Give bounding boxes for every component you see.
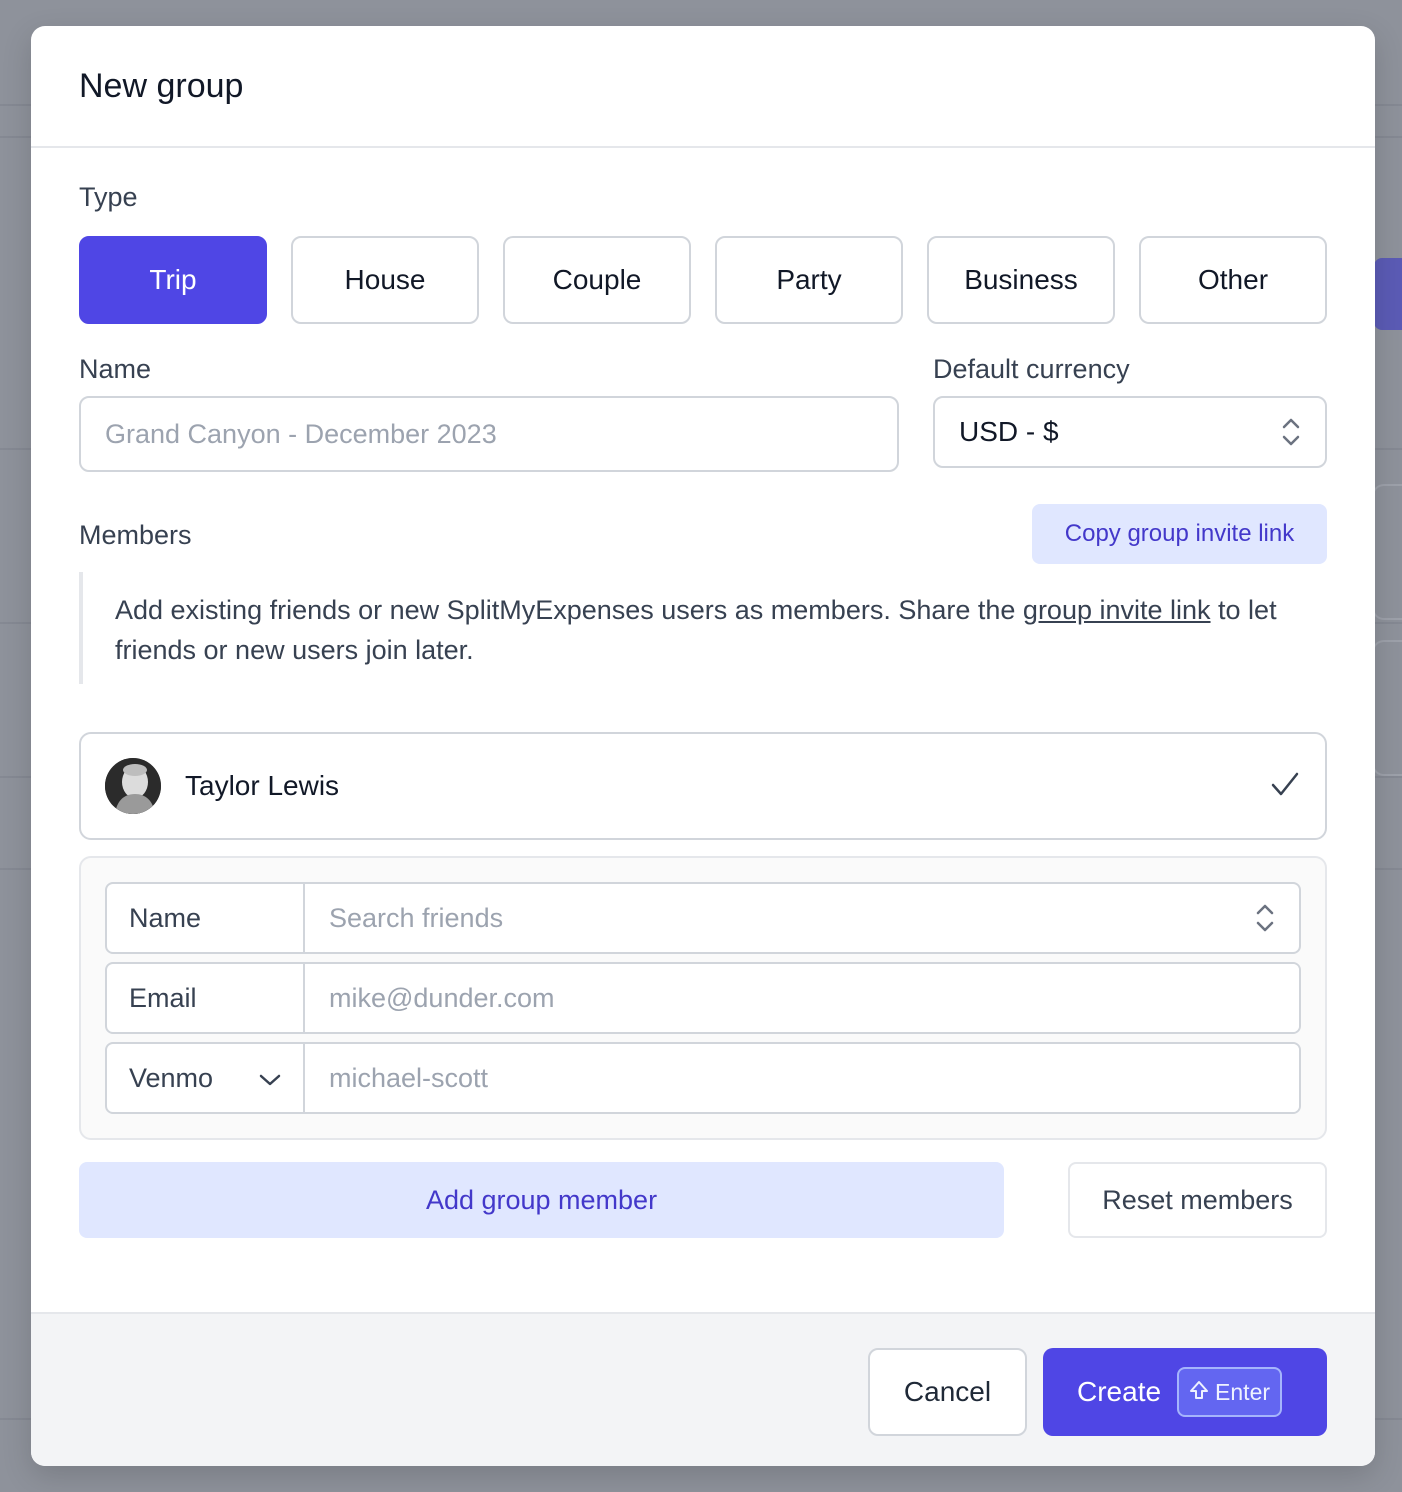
payment-method-select[interactable]: Venmo [107, 1044, 305, 1112]
bg-side-card [1372, 640, 1402, 776]
member-item[interactable]: Taylor Lewis [79, 732, 1327, 840]
type-label: Type [79, 182, 138, 212]
payment-method-label: Venmo [129, 1062, 214, 1093]
add-group-member-button[interactable]: Add group member [79, 1162, 1004, 1238]
bg-side-card [1372, 484, 1402, 620]
avatar [105, 758, 161, 814]
search-friends-input[interactable] [305, 884, 1255, 952]
modal-footer: Cancel Create Enter [31, 1312, 1375, 1466]
email-field[interactable] [305, 964, 1299, 1032]
chevron-down-icon [259, 1063, 281, 1094]
email-row: Email [105, 962, 1301, 1034]
friend-name-label: Name [107, 884, 305, 952]
type-option-couple[interactable]: Couple [503, 236, 691, 324]
chevron-up-down-icon [1281, 416, 1301, 448]
chevron-up-down-icon[interactable] [1255, 884, 1299, 952]
info-text: Add existing friends or new SplitMyExpen… [115, 595, 1023, 625]
member-name: Taylor Lewis [185, 770, 340, 801]
type-option-party[interactable]: Party [715, 236, 903, 324]
new-member-form: Name Email Venmo [79, 856, 1327, 1140]
group-invite-link[interactable]: group invite link [1023, 595, 1211, 625]
group-name-input[interactable] [79, 396, 899, 472]
modal-header: New group [31, 26, 1375, 148]
members-label: Members [79, 520, 192, 550]
type-options: Trip House Couple Party Business Other [79, 236, 1327, 324]
create-label: Create [1077, 1376, 1162, 1407]
payment-row: Venmo [105, 1042, 1301, 1114]
friend-name-row: Name [105, 882, 1301, 954]
currency-label: Default currency [933, 354, 1130, 384]
new-group-modal: New group Type Trip House Couple Party B… [31, 26, 1375, 1466]
modal-title: New group [79, 66, 244, 105]
payment-handle-input[interactable] [305, 1044, 1299, 1112]
shift-arrow-icon [1189, 1379, 1209, 1406]
check-icon [1269, 768, 1301, 805]
create-button[interactable]: Create Enter [1043, 1348, 1327, 1436]
bg-side-button [1374, 258, 1402, 330]
cancel-button[interactable]: Cancel [868, 1348, 1027, 1436]
email-label: Email [107, 964, 305, 1032]
members-info: Add existing friends or new SplitMyExpen… [79, 572, 1327, 684]
reset-members-button[interactable]: Reset members [1068, 1162, 1327, 1238]
type-option-business[interactable]: Business [927, 236, 1115, 324]
copy-invite-link-button[interactable]: Copy group invite link [1032, 504, 1327, 564]
shortcut-badge: Enter [1177, 1367, 1283, 1417]
shortcut-key: Enter [1215, 1378, 1271, 1405]
currency-value: USD - $ [959, 416, 1059, 447]
type-option-house[interactable]: House [291, 236, 479, 324]
type-option-trip[interactable]: Trip [79, 236, 267, 324]
name-label: Name [79, 354, 152, 384]
currency-select[interactable]: USD - $ [933, 396, 1327, 468]
type-option-other[interactable]: Other [1139, 236, 1327, 324]
